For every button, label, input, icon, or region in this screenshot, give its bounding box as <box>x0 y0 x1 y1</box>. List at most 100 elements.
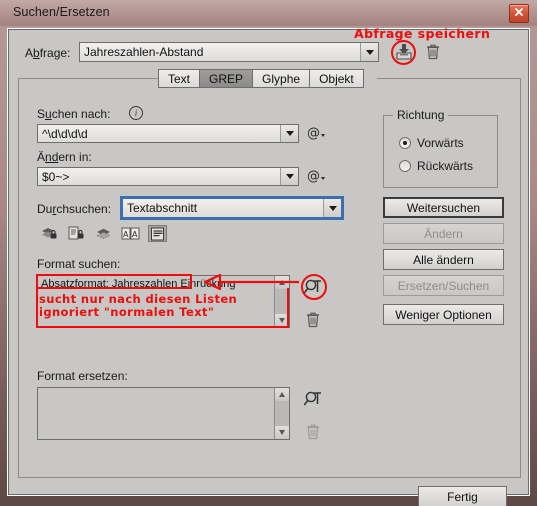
window-title: Suchen/Ersetzen <box>13 5 110 19</box>
change-to-combobox[interactable]: $0~> <box>37 167 299 186</box>
radio-forward-label: Vorwärts <box>417 136 464 150</box>
close-button[interactable] <box>509 4 529 23</box>
scroll-up-button[interactable] <box>275 388 289 401</box>
find-next-label: Weitersuchen <box>406 200 481 215</box>
direction-group-title: Richtung <box>393 108 449 122</box>
query-label: Abfrage: <box>25 46 71 60</box>
format-find-item[interactable]: Absatzformat: Jahreszahlen Einrückung <box>41 278 235 290</box>
window-frame: Suchen/Ersetzen Abfrage: Jahreszahlen-Ab… <box>0 0 537 506</box>
chevron-down-icon <box>279 318 285 323</box>
change-button-label: Ändern <box>424 226 463 241</box>
scroll-down-button[interactable] <box>275 426 289 439</box>
search-scope-dropdown-arrow[interactable] <box>323 199 341 217</box>
format-replace-clear-button <box>304 422 322 442</box>
change-find-button: Ersetzen/Suchen <box>383 275 504 296</box>
change-to-value: $0~> <box>42 169 70 184</box>
tab-objekt[interactable]: Objekt <box>309 69 364 88</box>
format-find-note-line1: sucht nur nach diesen Listen <box>39 292 238 306</box>
tab-panel-border-bottom <box>18 477 521 478</box>
include-locked-layers-button[interactable] <box>40 225 59 242</box>
format-replace-listpane[interactable] <box>37 387 290 440</box>
delete-query-button[interactable] <box>424 42 442 62</box>
svg-text:A: A <box>132 230 138 239</box>
query-combobox[interactable]: Jahreszahlen-Abstand <box>79 42 379 62</box>
format-find-clear-button[interactable] <box>304 310 322 330</box>
change-special-character-button[interactable]: @ <box>307 167 325 185</box>
delete-query-icon <box>427 44 439 60</box>
include-hidden-layers-icon <box>96 228 111 240</box>
change-button: Ändern <box>383 223 504 244</box>
format-replace-label: Format ersetzen: <box>37 369 128 383</box>
include-locked-stories-button[interactable] <box>67 225 86 242</box>
radio-backward[interactable]: Rückwärts <box>399 159 473 173</box>
scroll-down-button[interactable] <box>275 314 289 327</box>
search-scope-icon-row: A A <box>40 225 167 242</box>
search-scope-label: Durchsuchen: <box>37 202 112 216</box>
clear-attributes-icon <box>307 424 319 440</box>
find-what-dropdown-arrow[interactable] <box>280 125 298 142</box>
chevron-down-icon <box>285 131 294 136</box>
radio-backward-indicator <box>399 160 411 172</box>
radio-forward-indicator <box>399 137 411 149</box>
find-special-character-button[interactable]: @ <box>307 124 325 142</box>
tab-grep[interactable]: GREP <box>199 69 253 88</box>
format-find-specify-button[interactable] <box>303 276 325 298</box>
chevron-down-icon <box>279 430 285 435</box>
radio-backward-label: Rückwärts <box>417 159 474 173</box>
find-next-button[interactable]: Weitersuchen <box>383 197 504 218</box>
special-character-menu-icon: @ <box>307 126 325 141</box>
tab-panel-border-right <box>377 78 521 79</box>
include-master-pages-button[interactable]: A A <box>121 225 140 242</box>
query-dropdown-arrow[interactable] <box>360 43 378 61</box>
find-what-value: ^\d\d\d\d <box>42 126 88 141</box>
tab-glyphe[interactable]: Glyphe <box>252 69 310 88</box>
special-character-menu-icon: @ <box>307 169 325 184</box>
done-button-label: Fertig <box>447 489 478 504</box>
scroll-up-button[interactable] <box>275 276 289 289</box>
info-icon[interactable]: i <box>129 106 143 120</box>
find-what-combobox[interactable]: ^\d\d\d\d <box>37 124 299 143</box>
title-bar: Suchen/Ersetzen <box>0 0 537 26</box>
save-query-annotation-text: Abfrage speichern <box>354 26 491 41</box>
chevron-down-icon <box>365 49 374 55</box>
search-scope-value: Textabschnitt <box>127 201 198 215</box>
change-find-label: Ersetzen/Suchen <box>397 278 490 293</box>
change-all-button[interactable]: Alle ändern <box>383 249 504 270</box>
include-locked-layers-icon <box>42 228 57 239</box>
format-replace-list[interactable] <box>38 388 274 439</box>
svg-text:A: A <box>123 230 129 239</box>
chevron-up-icon <box>279 392 285 397</box>
save-query-icon <box>396 44 412 60</box>
search-scope-combobox[interactable]: Textabschnitt <box>120 196 344 220</box>
include-master-pages-icon: A A <box>121 227 140 240</box>
query-value: Jahreszahlen-Abstand <box>84 45 204 59</box>
find-replace-dialog-screenshot: Suchen/Ersetzen Abfrage: Jahreszahlen-Ab… <box>0 0 537 506</box>
radio-forward[interactable]: Vorwärts <box>399 136 464 150</box>
specify-attributes-icon <box>303 391 321 406</box>
fewer-options-button[interactable]: Weniger Optionen <box>383 304 504 325</box>
find-label: Suchen nach: <box>37 107 111 121</box>
include-footnotes-button[interactable] <box>148 225 167 242</box>
tab-panel-border-vleft <box>18 78 19 478</box>
chevron-up-icon <box>279 280 285 285</box>
format-find-scrollbar[interactable] <box>274 276 289 327</box>
format-find-note-line2: ignoriert "normalen Text" <box>39 305 215 319</box>
fewer-options-label: Weniger Optionen <box>395 307 492 322</box>
dialog-client-area: Abfrage: Jahreszahlen-Abstand Abfrage sp… <box>8 26 529 506</box>
tab-text[interactable]: Text <box>158 69 200 88</box>
save-query-button[interactable] <box>394 42 414 62</box>
format-find-label: Format suchen: <box>37 257 121 271</box>
include-hidden-layers-button[interactable] <box>94 225 113 242</box>
format-replace-specify-button[interactable] <box>303 388 325 410</box>
close-icon <box>515 8 523 16</box>
include-footnotes-icon <box>151 227 164 240</box>
tab-strip: Text GREP Glyphe Objekt <box>158 69 364 88</box>
done-button[interactable]: Fertig <box>418 486 507 506</box>
chevron-down-icon <box>328 205 337 211</box>
format-replace-scrollbar[interactable] <box>274 388 289 439</box>
change-to-dropdown-arrow[interactable] <box>280 168 298 185</box>
tab-panel-border-left <box>18 78 158 79</box>
change-all-label: Alle ändern <box>413 252 474 267</box>
tab-panel-border-vright <box>520 78 521 478</box>
svg-text:@: @ <box>307 169 320 184</box>
